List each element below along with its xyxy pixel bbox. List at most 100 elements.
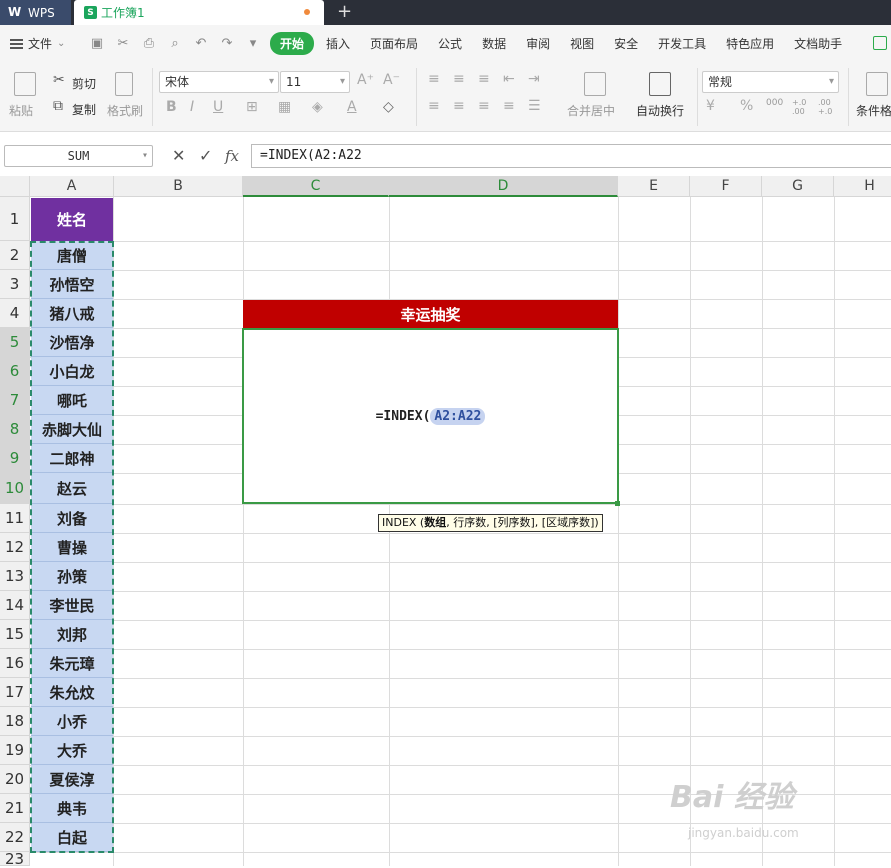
row-header-13[interactable]: 13 [0,562,30,591]
row-header-1[interactable]: 1 [0,197,30,241]
menu-view[interactable]: 视图 [560,35,604,52]
col-header-D[interactable]: D [389,176,618,197]
row-header-3[interactable]: 3 [0,270,30,299]
name-cell[interactable]: 夏侯淳 [31,765,113,794]
copy-icon[interactable]: ⧉ [53,98,63,114]
menu-features[interactable]: 特色应用 [716,35,784,52]
row-header-6[interactable]: 6 [0,357,30,386]
name-cell[interactable]: 二郎神 [31,444,113,473]
percent-icon[interactable]: % [740,98,753,114]
menu-security[interactable]: 安全 [604,35,648,52]
row-header-22[interactable]: 22 [0,823,30,852]
align-right-icon[interactable]: ≡ [478,98,490,114]
name-cell[interactable]: 唐僧 [31,241,113,270]
share-icon[interactable] [873,36,887,50]
cancel-icon[interactable]: ✕ [172,145,185,167]
cut-quick-icon[interactable]: ✂ [110,35,136,53]
align-bottom-icon[interactable]: ≡ [478,71,490,87]
align-center-icon[interactable]: ≡ [453,98,465,114]
name-cell[interactable]: 孙策 [31,562,113,591]
bold-icon[interactable]: B [166,99,177,115]
clear-format-icon[interactable]: ◇ [383,99,394,115]
underline-icon[interactable]: U [213,99,223,115]
name-cell[interactable]: 小白龙 [31,357,113,386]
align-middle-icon[interactable]: ≡ [453,71,465,87]
menu-insert[interactable]: 插入 [316,35,360,52]
fill-handle[interactable] [615,501,620,506]
decrease-decimal-icon[interactable]: .00 +.0 [818,98,840,116]
thousands-icon[interactable]: 000 [766,98,783,108]
row-header-12[interactable]: 12 [0,533,30,562]
align-left-icon[interactable]: ≡ [428,98,440,114]
row-header-11[interactable]: 11 [0,504,30,533]
row-header-8[interactable]: 8 [0,415,30,444]
row-header-19[interactable]: 19 [0,736,30,765]
menu-review[interactable]: 审阅 [516,35,560,52]
copy-label[interactable]: 复制 [72,101,96,118]
lottery-banner-cell[interactable]: 幸运抽奖 [243,300,618,328]
font-name-select[interactable]: 宋体 [159,71,279,93]
name-cell[interactable]: 猪八戒 [31,299,113,328]
row-header-23[interactable]: 23 [0,850,30,868]
indent-increase-icon[interactable]: ⇥ [528,71,540,87]
wrap-text-label[interactable]: 自动换行 [636,102,684,119]
name-cell[interactable]: 典韦 [31,794,113,823]
indent-decrease-icon[interactable]: ⇤ [503,71,515,87]
increase-font-icon[interactable]: A⁺ [357,72,374,88]
name-cell[interactable]: 白起 [31,823,113,852]
col-header-C[interactable]: C [243,176,389,197]
row-header-4[interactable]: 4 [0,299,30,328]
name-cell[interactable]: 李世民 [31,591,113,620]
row-header-14[interactable]: 14 [0,591,30,620]
merge-center-label[interactable]: 合并居中 [567,102,615,119]
active-edit-cell[interactable]: =INDEX(A2:A22 [242,328,619,504]
name-cell[interactable]: 小乔 [31,707,113,736]
paste-icon[interactable] [14,72,36,96]
name-cell[interactable]: 大乔 [31,736,113,765]
name-cell[interactable]: 刘邦 [31,620,113,649]
row-header-2[interactable]: 2 [0,241,30,270]
distribute-icon[interactable]: ☰ [528,98,541,114]
file-menu[interactable]: 文件 ⌄ [0,35,84,52]
formula-input[interactable]: =INDEX(A2:A22 [251,144,891,168]
customize-chevron-icon[interactable]: ▾ [240,35,266,53]
row-header-18[interactable]: 18 [0,707,30,736]
redo-icon[interactable]: ↷ [214,35,240,53]
italic-icon[interactable]: I [190,99,194,115]
name-cell[interactable]: 孙悟空 [31,270,113,299]
col-header-H[interactable]: H [834,176,891,197]
undo-icon[interactable]: ↶ [188,35,214,53]
row-header-7[interactable]: 7 [0,386,30,415]
menu-developer[interactable]: 开发工具 [648,35,716,52]
new-tab-button[interactable]: + [337,1,352,23]
row-header-10[interactable]: 10 [0,473,30,504]
font-size-select[interactable]: 11 [280,71,350,93]
row-header-9[interactable]: 9 [0,444,30,473]
number-format-select[interactable]: 常规 [702,71,839,93]
name-cell[interactable]: 朱元璋 [31,649,113,678]
menu-home[interactable]: 开始 [270,32,315,55]
borders-icon[interactable]: ⊞ [246,99,258,115]
name-cell[interactable]: 曹操 [31,533,113,562]
wps-home-tab[interactable]: W WPS [0,0,71,25]
select-all-corner[interactable] [0,176,30,197]
fill-color-icon[interactable]: ◈ [312,99,323,115]
row-header-5[interactable]: 5 [0,328,30,357]
decrease-font-icon[interactable]: A⁻ [383,72,400,88]
cell-style-icon[interactable]: ▦ [278,99,291,115]
align-top-icon[interactable]: ≡ [428,71,440,87]
name-cell[interactable]: 沙悟净 [31,328,113,357]
print-preview-icon[interactable]: ⌕ [162,35,188,53]
menu-data[interactable]: 数据 [472,35,516,52]
row-header-21[interactable]: 21 [0,794,30,823]
justify-icon[interactable]: ≡ [503,98,515,114]
menu-doc-assistant[interactable]: 文档助手 [784,35,852,52]
row-header-17[interactable]: 17 [0,678,30,707]
conditional-format-icon[interactable] [866,72,888,96]
name-cell[interactable]: 赵云 [31,473,113,504]
save-icon[interactable]: ▣ [84,35,110,53]
name-box[interactable]: SUM [4,145,153,167]
col-header-F[interactable]: F [690,176,762,197]
insert-function-icon[interactable]: fx [225,145,239,167]
row-header-15[interactable]: 15 [0,620,30,649]
